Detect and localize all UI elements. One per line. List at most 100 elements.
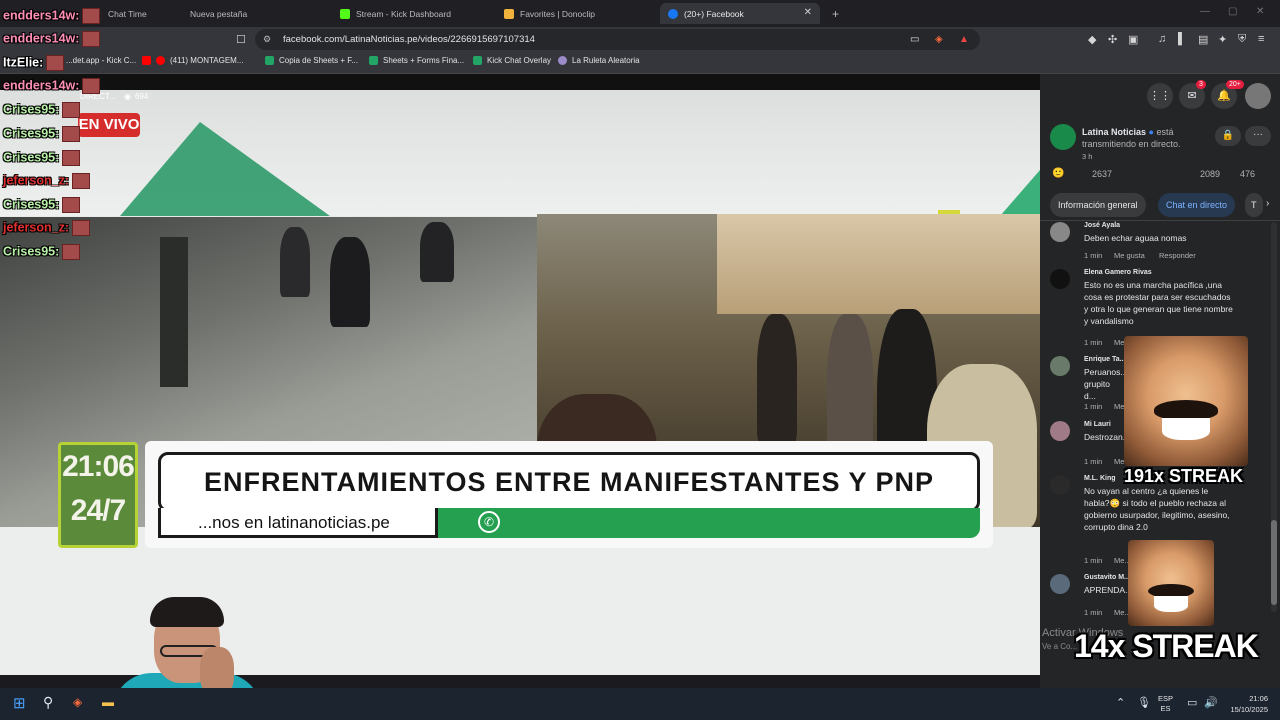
tab-chat-time[interactable]: Chat Time bbox=[100, 3, 160, 24]
like-link[interactable]: Me gusta bbox=[1114, 251, 1145, 260]
person bbox=[330, 237, 370, 327]
youtube-channel-icon bbox=[156, 56, 165, 65]
brave-shield-icon[interactable]: ◈ bbox=[935, 29, 943, 50]
reply-link[interactable]: Responder bbox=[1159, 251, 1196, 260]
apps-grid-icon[interactable]: ⋮⋮ bbox=[1147, 83, 1173, 109]
more-options-icon[interactable]: ··· bbox=[1245, 126, 1271, 146]
comments-count[interactable]: 2089 bbox=[1200, 169, 1220, 179]
tab-donoclip[interactable]: Favorites | Donoclip bbox=[496, 3, 656, 24]
emote bbox=[72, 220, 90, 236]
leo-ai-icon[interactable]: ✦ bbox=[1218, 33, 1227, 46]
chat-user: Crises95: bbox=[3, 150, 60, 165]
close-tab-icon[interactable]: ✕ bbox=[804, 7, 812, 18]
comment-text: Peruanos... grupito d... bbox=[1084, 367, 1128, 401]
brave-taskbar-icon[interactable]: ◈ bbox=[73, 695, 82, 709]
comment-author[interactable]: Gustavito M... bbox=[1084, 574, 1130, 581]
sheets-icon bbox=[265, 56, 274, 65]
avatar[interactable] bbox=[1245, 83, 1271, 109]
emote bbox=[82, 78, 101, 94]
tab-facebook[interactable]: (20+) Facebook ✕ bbox=[660, 3, 820, 24]
lock-icon[interactable]: 🔒 bbox=[1215, 126, 1241, 146]
bookmarks-bar: ...det.app - Kick C... (411) MONTAGEM...… bbox=[0, 52, 1280, 74]
comment-author[interactable]: M.L. King bbox=[1084, 475, 1116, 482]
site-info-icon[interactable]: ⚙ bbox=[263, 29, 271, 50]
ruleta-icon bbox=[558, 56, 567, 65]
messenger-badge: 3 bbox=[1196, 80, 1206, 89]
chat-line: endders14w: bbox=[3, 8, 101, 24]
whatsapp-icon: ✆ bbox=[478, 511, 500, 533]
tab-live-chat[interactable]: Chat en directo bbox=[1158, 193, 1236, 217]
chat-line: Crises95: bbox=[3, 150, 81, 166]
tab-new-tab[interactable]: Nueva pestaña bbox=[166, 3, 326, 24]
avatar[interactable] bbox=[1050, 356, 1070, 376]
shares-count[interactable]: 476 bbox=[1240, 169, 1255, 179]
bookmark-youtube[interactable]: (411) MONTAGEM... bbox=[142, 56, 244, 65]
url-field[interactable]: ⚙ facebook.com/LatinaNoticias.pe/videos/… bbox=[255, 29, 980, 50]
youtube-icon bbox=[142, 56, 151, 65]
language-indicator[interactable]: ESP ES bbox=[1158, 694, 1173, 714]
brave-rewards-icon[interactable]: ▲ bbox=[959, 29, 969, 50]
tab-info[interactable]: Información general bbox=[1050, 193, 1146, 217]
comment-time: 1 min bbox=[1084, 251, 1103, 260]
pole bbox=[160, 237, 188, 387]
video-player[interactable] bbox=[0, 90, 1040, 675]
bookmark-sheets-copy[interactable]: Copia de Sheets + F... bbox=[265, 56, 358, 65]
screenshot-icon[interactable]: ▣ bbox=[1128, 33, 1138, 46]
comment-author[interactable]: Elena Gamero Rivas bbox=[1084, 269, 1152, 276]
bookmark-icon[interactable]: ☐ bbox=[236, 33, 246, 46]
chat-user: Crises95: bbox=[3, 126, 60, 141]
avatar[interactable] bbox=[1050, 574, 1070, 594]
teeth bbox=[1154, 596, 1188, 612]
bookmark-ruleta[interactable]: La Ruleta Aleatoria bbox=[558, 56, 640, 65]
avatar[interactable] bbox=[1050, 269, 1070, 289]
new-tab-button[interactable]: + bbox=[824, 3, 844, 24]
scrollbar-thumb[interactable] bbox=[1271, 520, 1277, 605]
streak-meme-top bbox=[1124, 336, 1248, 466]
comment-author[interactable]: José Ayala bbox=[1084, 222, 1120, 229]
live-badge: EN VIVO bbox=[78, 113, 140, 137]
kick-icon bbox=[340, 8, 350, 19]
page-name[interactable]: Latina Noticias bbox=[1082, 127, 1146, 137]
hair bbox=[150, 597, 224, 627]
avatar[interactable] bbox=[1050, 475, 1070, 495]
bookmark-kick-chat[interactable]: ...det.app - Kick C... bbox=[66, 56, 136, 65]
avatar[interactable] bbox=[1050, 222, 1070, 242]
menu-icon[interactable]: ≡ bbox=[1258, 33, 1264, 45]
search-icon[interactable]: ⚲ bbox=[43, 694, 53, 711]
avatar[interactable] bbox=[1050, 421, 1070, 441]
chat-user: endders14w: bbox=[3, 31, 80, 46]
chat-line: Crises95: bbox=[3, 126, 81, 142]
wallet-icon[interactable]: ▤ bbox=[1198, 33, 1208, 46]
close-window-icon[interactable]: ✕ bbox=[1256, 6, 1264, 17]
chat-user: Crises95: bbox=[3, 102, 60, 117]
comment-author[interactable]: Enrique Ta... bbox=[1084, 356, 1126, 363]
windows-start-icon[interactable]: ⊞ bbox=[13, 694, 26, 712]
emote bbox=[82, 8, 101, 24]
file-explorer-icon[interactable]: ▬ bbox=[102, 695, 114, 709]
extensions-icon[interactable]: ✣ bbox=[1108, 33, 1117, 46]
vpn-icon[interactable]: ⛨ bbox=[1238, 33, 1246, 46]
media-icon[interactable]: ♫ bbox=[1158, 33, 1166, 45]
maximize-icon[interactable]: ▢ bbox=[1228, 6, 1237, 17]
latina-avatar[interactable] bbox=[1050, 124, 1076, 150]
minimize-icon[interactable]: — bbox=[1200, 6, 1210, 17]
cast-icon[interactable]: ▭ bbox=[910, 29, 919, 50]
display-icon[interactable]: ▭ bbox=[1187, 696, 1197, 709]
comment-time: 1 min bbox=[1084, 608, 1103, 617]
extension-diamond-icon[interactable]: ◆ bbox=[1088, 33, 1096, 46]
microphone-icon[interactable]: 🎙 bbox=[1137, 696, 1151, 709]
reactions-count[interactable]: 2637 bbox=[1092, 169, 1112, 179]
comment-author[interactable]: Mi Lauri bbox=[1084, 421, 1111, 428]
volume-icon[interactable]: 🔊 bbox=[1204, 696, 1218, 709]
chevron-right-icon[interactable]: › bbox=[1266, 198, 1269, 209]
chevron-up-icon[interactable]: ⌃ bbox=[1116, 696, 1125, 709]
tab-more[interactable]: T bbox=[1245, 193, 1263, 217]
bookmark-kick-overlay[interactable]: Kick Chat Overlay bbox=[473, 56, 551, 65]
reaction-icons[interactable]: 🙂 bbox=[1052, 168, 1064, 179]
bookmark-sheets-forms[interactable]: Sheets + Forms Fina... bbox=[369, 56, 464, 65]
person bbox=[757, 314, 797, 444]
chat-user: Crises95: bbox=[3, 197, 60, 212]
sidebar-icon[interactable]: ▌ bbox=[1178, 33, 1186, 45]
tab-kick-dashboard[interactable]: Stream - Kick Dashboard bbox=[332, 3, 492, 24]
clock[interactable]: 21:06 15/10/2025 bbox=[1228, 693, 1268, 715]
